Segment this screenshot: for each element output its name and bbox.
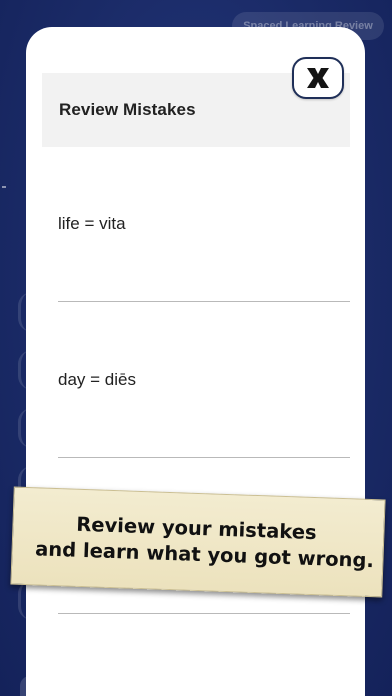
- mistake-text: day = diēs: [58, 370, 136, 389]
- item-divider: [58, 301, 350, 302]
- mistake-text: life = vita: [58, 214, 126, 233]
- background-mark: [2, 186, 6, 188]
- promo-banner: Review your mistakes and learn what you …: [10, 486, 386, 598]
- close-button[interactable]: [292, 57, 344, 99]
- review-mistakes-modal: Review Mistakes life = vita day = diēs: [26, 27, 365, 696]
- app-screen: Spaced Learning Review Review Mistakes l…: [0, 0, 392, 696]
- modal-title: Review Mistakes: [59, 100, 196, 119]
- list-item: life = vita: [58, 214, 350, 302]
- list-item: day = diēs: [58, 370, 350, 458]
- banner-line-2: and learn what you got wrong.: [34, 537, 375, 573]
- item-divider: [58, 457, 350, 458]
- item-divider: [58, 613, 350, 614]
- close-x-icon: [307, 68, 329, 88]
